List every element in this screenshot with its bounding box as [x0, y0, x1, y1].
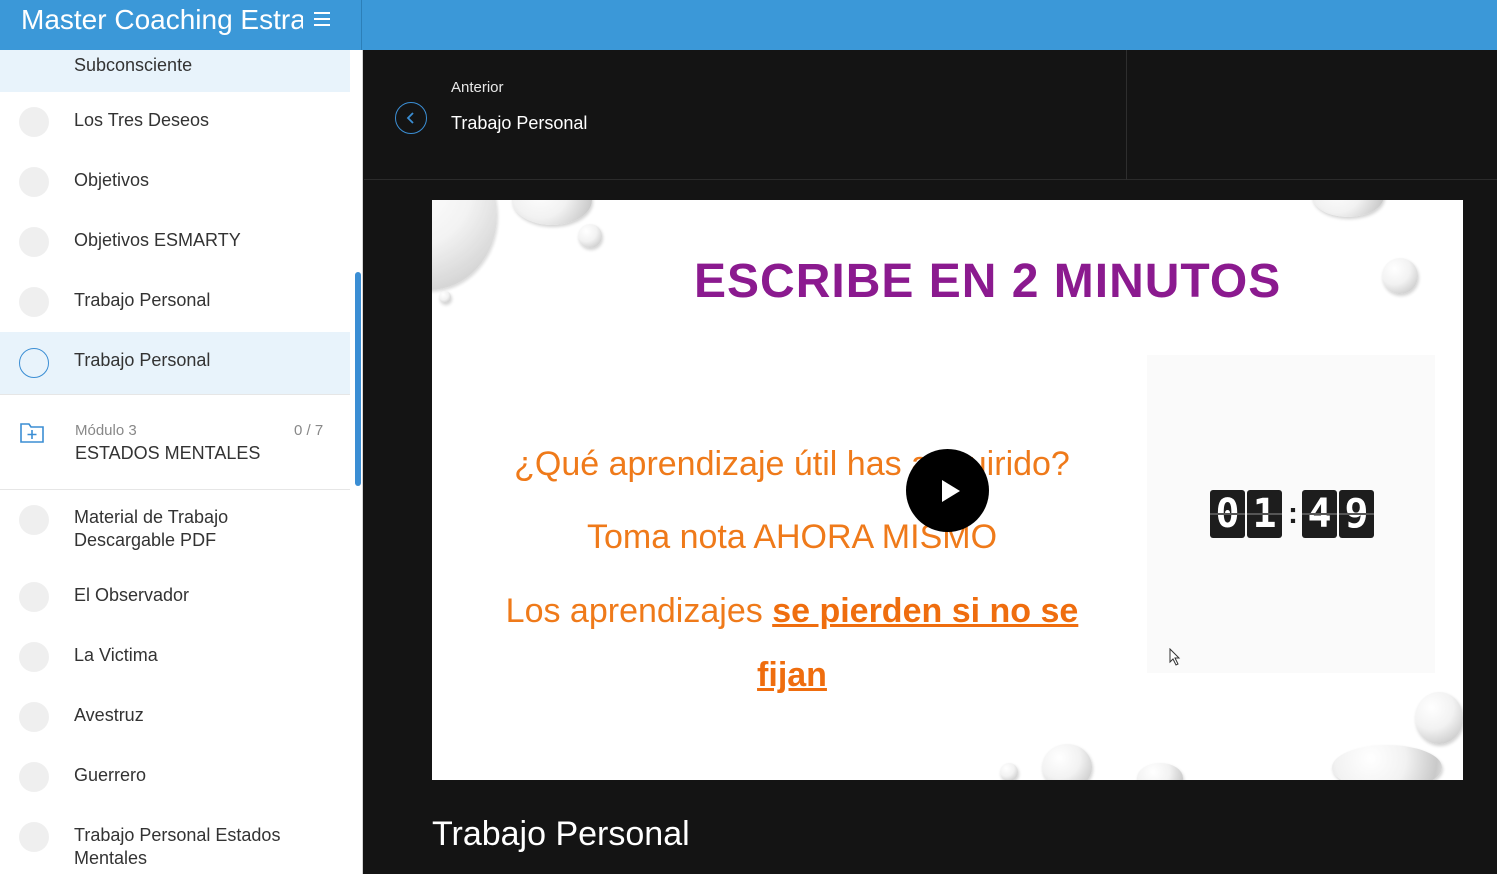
lesson-label: Objetivos [74, 170, 150, 190]
lesson-status-circle-icon [19, 505, 49, 535]
statement-emphasis-end: fijan [757, 656, 827, 694]
module-header[interactable]: Módulo 3 0 / 7 ESTADOS MENTALES [0, 394, 350, 490]
sidebar-lesson[interactable]: Guerrero [0, 750, 350, 810]
mouse-cursor-icon [1169, 648, 1181, 666]
nav-divider [1126, 50, 1127, 180]
sidebar-lesson[interactable]: Los Tres Deseos [0, 92, 350, 152]
sidebar: Subconsciente Los Tres Deseos Objetivos … [0, 50, 363, 874]
sidebar-lesson[interactable]: La Victima [0, 630, 350, 690]
sidebar-lesson-active[interactable]: Trabajo Personal [0, 332, 350, 394]
module-progress-count: 0 / 7 [294, 422, 324, 439]
lesson-status-circle-icon [19, 287, 49, 317]
sidebar-lesson[interactable]: Objetivos [0, 152, 350, 212]
lesson-label: Guerrero [74, 765, 147, 785]
previous-label: Anterior [451, 79, 504, 96]
play-icon [942, 480, 960, 502]
sidebar-lesson[interactable]: Objetivos ESMARTY [0, 212, 350, 272]
module-title: ESTADOS MENTALES [75, 443, 261, 463]
lesson-status-circle-icon [19, 822, 49, 852]
hamburger-menu-icon[interactable] [314, 12, 330, 27]
lesson-status-circle-icon [19, 582, 49, 612]
play-button[interactable] [906, 449, 989, 532]
lesson-status-circle-icon [19, 167, 49, 197]
timer-digit: 4 [1302, 490, 1337, 538]
lesson-label: Material de Trabajo Descargable PDF [74, 507, 229, 550]
water-drop-decoration [512, 200, 592, 225]
lesson-title: Trabajo Personal [432, 815, 690, 853]
lesson-label: Trabajo Personal [74, 290, 211, 310]
video-statement-end: fijan [432, 656, 1152, 695]
lesson-label: Trabajo Personal [74, 350, 211, 370]
video-instruction: Toma nota AHORA MISMO [586, 518, 998, 556]
statement-prefix: Los aprendizajes [505, 592, 773, 630]
video-player[interactable]: ESCRIBE EN 2 MINUTOS ¿Qué aprendizaje út… [432, 200, 1463, 780]
lesson-status-circle-icon [19, 107, 49, 137]
water-drop-decoration [1137, 763, 1183, 780]
lesson-label: Los Tres Deseos [74, 110, 210, 130]
lesson-status-circle-icon [19, 642, 49, 672]
sidebar-lesson[interactable]: Trabajo Personal [0, 272, 350, 332]
countdown-timer: 0 1 : 4 9 [1210, 490, 1376, 538]
timer-digit: 0 [1210, 490, 1245, 538]
timer-separator: : [1288, 497, 1298, 530]
module-label: Módulo 3 [75, 422, 137, 439]
water-drop-decoration [432, 200, 497, 290]
sidebar-scrollbar[interactable] [355, 272, 361, 486]
lesson-label: La Victima [74, 645, 158, 665]
water-drop-decoration [439, 291, 451, 303]
previous-lesson-button[interactable] [395, 102, 427, 134]
app-title: Master Coaching Estratégico [21, 4, 303, 35]
brand: Master Coaching Estratégico [0, 0, 362, 50]
water-drop-decoration [1415, 692, 1463, 744]
chevron-left-icon [406, 112, 414, 124]
video-headline: ESCRIBE EN 2 MINUTOS [694, 255, 1282, 308]
water-drop-decoration [578, 224, 602, 248]
timer-digit: 1 [1247, 490, 1282, 538]
lesson-label: Subconsciente [74, 55, 193, 75]
water-drop-decoration [1332, 745, 1442, 780]
water-drop-decoration [1000, 763, 1018, 780]
water-drop-decoration [1312, 200, 1384, 217]
lesson-label: Trabajo Personal Estados Mentales [74, 825, 281, 868]
lesson-label: Objetivos ESMARTY [74, 230, 241, 250]
timer-digit: 9 [1339, 490, 1374, 538]
previous-lesson-title[interactable]: Trabajo Personal [451, 113, 587, 134]
lesson-nav-bar: Anterior Trabajo Personal [364, 50, 1497, 180]
lesson-label: El Observador [74, 585, 190, 605]
lesson-status-circle-icon [19, 227, 49, 257]
folder-add-icon [20, 423, 44, 443]
video-question: ¿Qué aprendizaje útil has adquirido? [514, 445, 1070, 483]
sidebar-lesson[interactable]: El Observador [0, 570, 350, 630]
timer-panel: 0 1 : 4 9 [1147, 355, 1435, 673]
sidebar-lesson[interactable]: Trabajo Personal Estados Mentales [0, 810, 350, 874]
top-bar: Master Coaching Estratégico [0, 0, 1497, 50]
lesson-status-circle-icon [19, 702, 49, 732]
sidebar-lesson[interactable]: Material de Trabajo Descargable PDF [0, 490, 350, 570]
lesson-label: Avestruz [74, 705, 144, 725]
sidebar-lesson[interactable]: Avestruz [0, 690, 350, 750]
lesson-status-circle-icon [19, 348, 49, 378]
sidebar-lesson-subconsciente[interactable]: Subconsciente [0, 50, 350, 92]
water-drop-decoration [1042, 744, 1092, 780]
statement-emphasis: se pierden si no se [772, 592, 1079, 630]
water-drop-decoration [1382, 258, 1418, 294]
lesson-status-circle-icon [19, 762, 49, 792]
video-statement: Los aprendizajes se pierden si no se [432, 592, 1152, 631]
